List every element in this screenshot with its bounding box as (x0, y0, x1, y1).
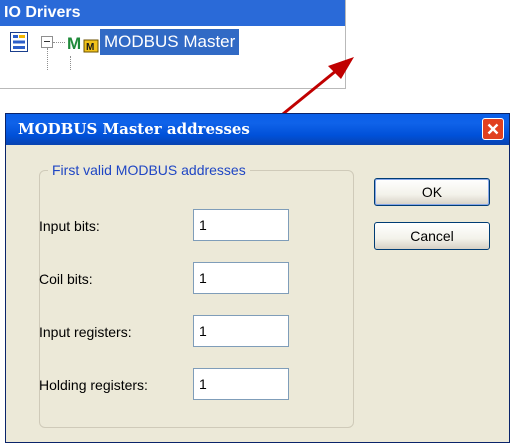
cancel-button[interactable]: Cancel (374, 222, 490, 250)
dialog-title: MODBUS Master addresses (18, 120, 250, 138)
ok-button[interactable]: OK (374, 178, 490, 206)
io-drivers-header: IO Drivers (0, 0, 345, 26)
close-icon (487, 123, 499, 135)
tree-connector (70, 56, 71, 70)
input-registers-field[interactable]: 1 (193, 315, 289, 347)
modbus-master-icon[interactable]: M M (66, 32, 100, 54)
svg-text:M: M (86, 42, 94, 53)
modbus-master-addresses-dialog: MODBUS Master addresses First valid MODB… (5, 113, 510, 443)
tree-node-modbus-master[interactable]: MODBUS Master (100, 29, 240, 55)
group-title: First valid MODBUS addresses (48, 160, 250, 180)
input-bits-label: Input bits: (39, 218, 100, 234)
coil-bits-label: Coil bits: (39, 271, 93, 287)
holding-registers-label: Holding registers: (39, 377, 148, 393)
dialog-titlebar[interactable]: MODBUS Master addresses (6, 114, 509, 145)
tree-connector (47, 48, 48, 70)
coil-bits-field[interactable]: 1 (193, 262, 289, 294)
svg-text:M: M (67, 34, 81, 53)
annotation-arrow (277, 57, 354, 120)
tree-root-icon[interactable] (10, 32, 28, 52)
collapse-toggle[interactable] (41, 36, 53, 48)
holding-registers-field[interactable]: 1 (193, 368, 289, 400)
close-button[interactable] (482, 118, 504, 140)
input-registers-label: Input registers: (39, 324, 132, 340)
input-bits-field[interactable]: 1 (193, 209, 289, 241)
tree-connector (53, 42, 65, 43)
